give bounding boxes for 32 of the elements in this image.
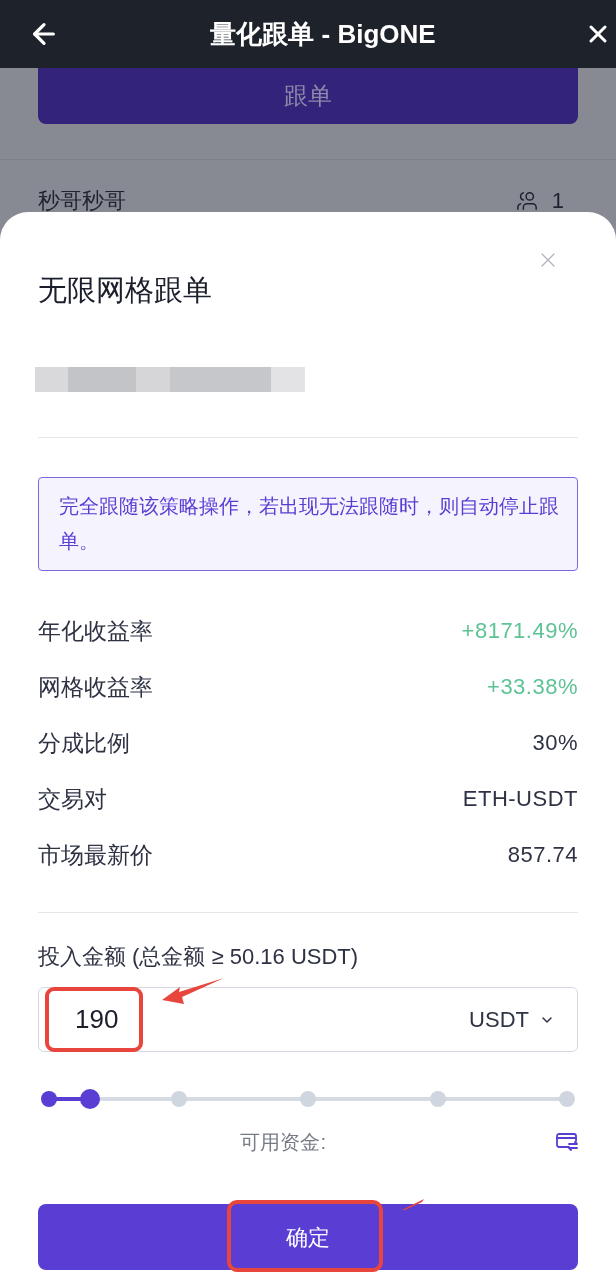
- stat-label: 市场最新价: [38, 841, 153, 869]
- stat-label: 年化收益率: [38, 617, 153, 645]
- annotation-stroke: [402, 1199, 424, 1210]
- amount-input[interactable]: 190 USDT: [38, 987, 578, 1052]
- slider-stop: [429, 1091, 446, 1107]
- slider-thumb[interactable]: [80, 1089, 101, 1109]
- users-icon: [515, 190, 538, 212]
- stat-value: ETH-USDT: [462, 785, 578, 813]
- available-funds-label: 可用资金:: [240, 1130, 326, 1154]
- notice-text: 完全跟随该策略操作，若出现无法跟随时，则自动停止跟单。: [59, 494, 560, 554]
- confirm-button[interactable]: 确定: [38, 1204, 578, 1270]
- slider-stop: [559, 1091, 575, 1107]
- sheet-title: 无限网格跟单: [38, 273, 212, 308]
- stat-label: 交易对: [38, 785, 107, 813]
- stat-value: 857.74: [507, 841, 578, 869]
- page-title: 量化跟单 - BigONE: [209, 18, 437, 51]
- follower-count: 1: [551, 190, 564, 212]
- stat-label: 分成比例: [38, 729, 130, 757]
- card-swap-icon[interactable]: [556, 1133, 578, 1151]
- trader-name: 秒哥秒哥: [38, 190, 126, 212]
- stat-value: +33.38%: [487, 673, 578, 701]
- currency-dropdown[interactable]: USDT: [469, 1003, 555, 1036]
- slider-track[interactable]: [41, 1087, 575, 1111]
- slider-stop: [170, 1091, 187, 1107]
- stat-value: +8171.49%: [461, 617, 578, 645]
- stat-label: 网格收益率: [38, 673, 153, 701]
- annotation-arrow: [162, 978, 224, 1004]
- slider-stop: [41, 1091, 57, 1107]
- slider-stop: [300, 1091, 316, 1107]
- amount-label: 投入金额 (总金额 ≥ 50.16 USDT): [38, 943, 359, 971]
- stat-value: 30%: [532, 729, 578, 757]
- follow-button[interactable]: 跟单: [38, 68, 578, 124]
